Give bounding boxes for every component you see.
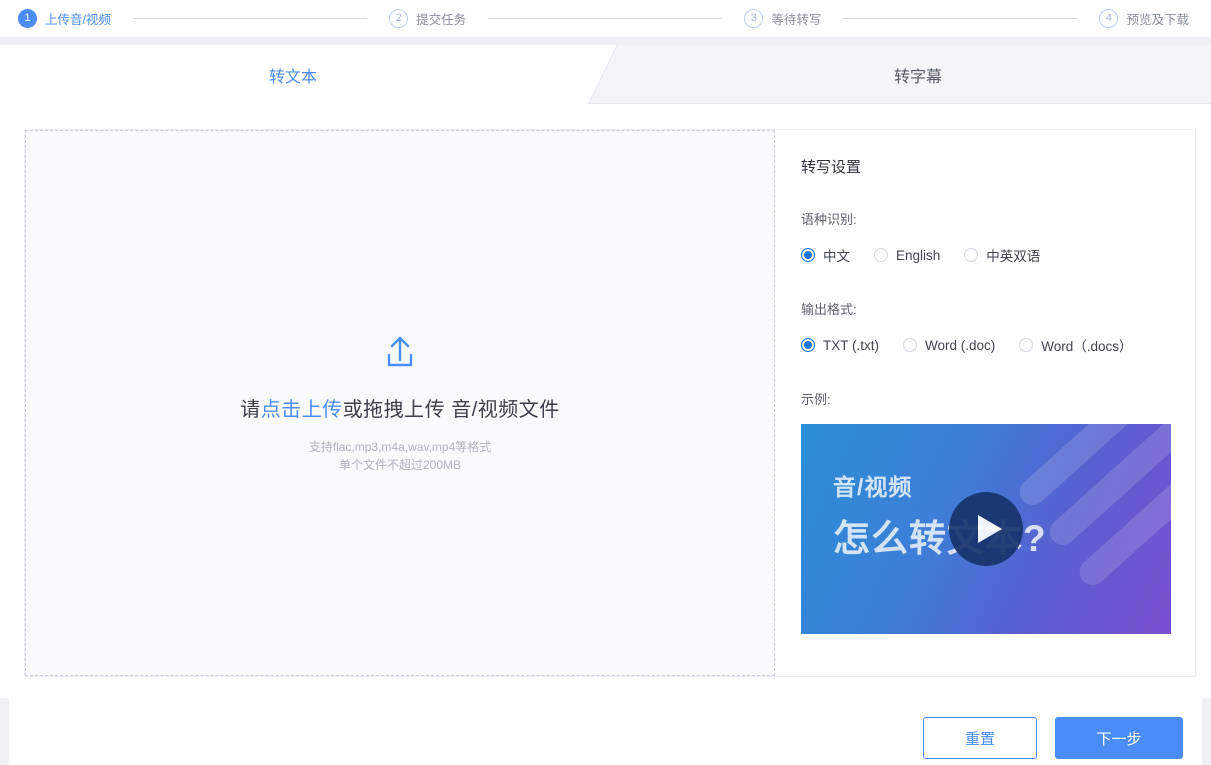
step-3-number: 3 [744, 9, 764, 28]
play-icon[interactable] [949, 492, 1023, 566]
step-3[interactable]: 3 等待转写 [744, 9, 821, 28]
main-content: 请点击上传或拖拽上传 音/视频文件 支持flac,mp3,m4a,wav,mp4… [0, 104, 1211, 698]
stepper: 1 上传音/视频 2 提交任务 3 等待转写 4 预览及下载 [0, 0, 1211, 37]
footer-actions: 重置 下一步 [0, 698, 1211, 765]
upload-hints: 支持flac,mp3,m4a,wav,mp4等格式 单个文件不超过200MB [309, 438, 492, 474]
step-1-label: 上传音/视频 [45, 13, 111, 27]
header-divider-band [0, 37, 1211, 45]
upload-dropzone[interactable]: 请点击上传或拖拽上传 音/视频文件 支持flac,mp3,m4a,wav,mp4… [25, 130, 775, 676]
tab-bar: 转文本 转字幕 [0, 45, 1211, 104]
tab-to-subtitle[interactable]: 转字幕 [625, 45, 1211, 104]
radio-format-doc-label: Word (.doc) [925, 337, 996, 353]
radio-format-docs[interactable]: Word（.docs） [1019, 335, 1133, 355]
transcription-settings-panel: 转写设置 语种识别: 中文 English 中英双语 输出格式: TXT (.t… [775, 130, 1195, 676]
radio-format-doc[interactable]: Word (.doc) [903, 338, 995, 353]
format-label: 输出格式: [801, 302, 857, 317]
radio-dot-icon [1019, 338, 1034, 352]
radio-language-bilingual-label: 中英双语 [986, 249, 1041, 264]
radio-language-chinese-label: 中文 [823, 249, 850, 264]
upload-title-suffix: 或拖拽上传 音/视频文件 [342, 399, 560, 421]
upload-icon [380, 332, 420, 377]
upload-title-prefix: 请 [240, 399, 261, 421]
step-2-label: 提交任务 [416, 13, 467, 27]
step-2-number: 2 [389, 9, 409, 28]
content-card: 请点击上传或拖拽上传 音/视频文件 支持flac,mp3,m4a,wav,mp4… [24, 129, 1196, 677]
format-radio-group: TXT (.txt) Word (.doc) Word（.docs） [801, 335, 1171, 355]
reset-button[interactable]: 重置 [923, 717, 1037, 759]
step-1-number: 1 [18, 9, 37, 28]
thumbnail-caption-line1: 音/视频 [833, 474, 913, 500]
example-video-thumbnail[interactable]: 音/视频 怎么转文本? [801, 424, 1171, 634]
radio-language-bilingual[interactable]: 中英双语 [964, 245, 1040, 265]
upload-hint-size: 单个文件不超过200MB [338, 458, 462, 472]
radio-dot-icon [801, 248, 815, 262]
radio-format-docs-label: Word（.docs） [1041, 339, 1133, 354]
step-2[interactable]: 2 提交任务 [389, 9, 466, 28]
tab-to-subtitle-label: 转字幕 [893, 68, 942, 86]
next-step-button[interactable]: 下一步 [1055, 717, 1183, 759]
language-label: 语种识别: [801, 212, 857, 227]
step-4-label: 预览及下载 [1126, 13, 1189, 27]
radio-dot-icon [964, 248, 979, 262]
step-connector-1 [132, 18, 368, 19]
example-label: 示例: [801, 392, 831, 407]
step-connector-3 [843, 18, 1078, 19]
tab-to-text-label: 转文本 [268, 68, 317, 86]
upload-click-link[interactable]: 点击上传 [261, 399, 343, 421]
upload-title: 请点击上传或拖拽上传 音/视频文件 [240, 393, 560, 422]
radio-language-english[interactable]: English [874, 248, 940, 263]
language-radio-group: 中文 English 中英双语 [801, 245, 1171, 265]
step-3-label: 等待转写 [771, 13, 822, 27]
radio-language-english-label: English [896, 247, 941, 263]
radio-dot-icon [903, 338, 917, 352]
upload-hint-formats: 支持flac,mp3,m4a,wav,mp4等格式 [308, 440, 492, 454]
step-1[interactable]: 1 上传音/视频 [18, 9, 111, 28]
radio-dot-icon [874, 248, 888, 262]
app-root: 1 上传音/视频 2 提交任务 3 等待转写 4 预览及下载 转文本 转字幕 请… [0, 0, 1211, 765]
step-4[interactable]: 4 预览及下载 [1099, 9, 1189, 28]
radio-format-txt-label: TXT (.txt) [823, 337, 879, 353]
step-4-number: 4 [1099, 9, 1119, 28]
play-triangle [978, 515, 1002, 543]
radio-dot-icon [801, 338, 815, 352]
tab-to-text[interactable]: 转文本 [0, 45, 586, 104]
radio-format-txt[interactable]: TXT (.txt) [801, 338, 879, 353]
radio-language-chinese[interactable]: 中文 [801, 245, 850, 265]
step-connector-2 [488, 18, 723, 19]
settings-panel-title: 转写设置 [801, 159, 862, 176]
